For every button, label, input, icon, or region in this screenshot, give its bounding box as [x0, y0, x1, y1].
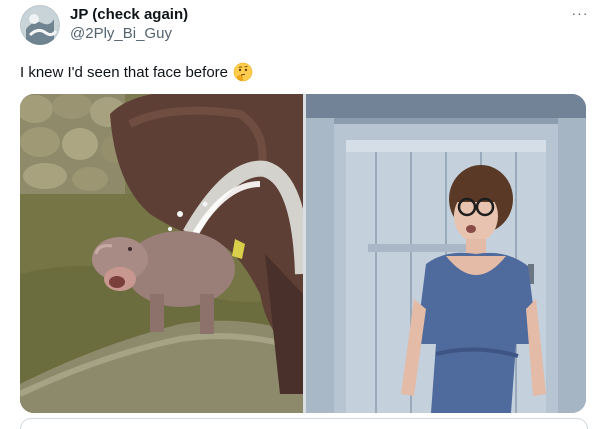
display-name[interactable]: JP (check again) — [70, 6, 188, 23]
quoted-card-edge — [20, 418, 588, 429]
more-options-icon[interactable]: ··· — [569, 2, 591, 24]
photo-baby-hippo[interactable] — [20, 94, 303, 413]
media-grid[interactable] — [20, 94, 586, 413]
photo-woman-grimace[interactable] — [306, 94, 586, 413]
user-handle[interactable]: @2Ply_Bi_Guy — [70, 25, 172, 42]
tweet-body: I knew I'd seen that face before — [20, 63, 228, 81]
thinking-face-icon — [233, 62, 253, 82]
tweet-text: I knew I'd seen that face before — [20, 62, 253, 82]
avatar[interactable] — [20, 5, 60, 45]
